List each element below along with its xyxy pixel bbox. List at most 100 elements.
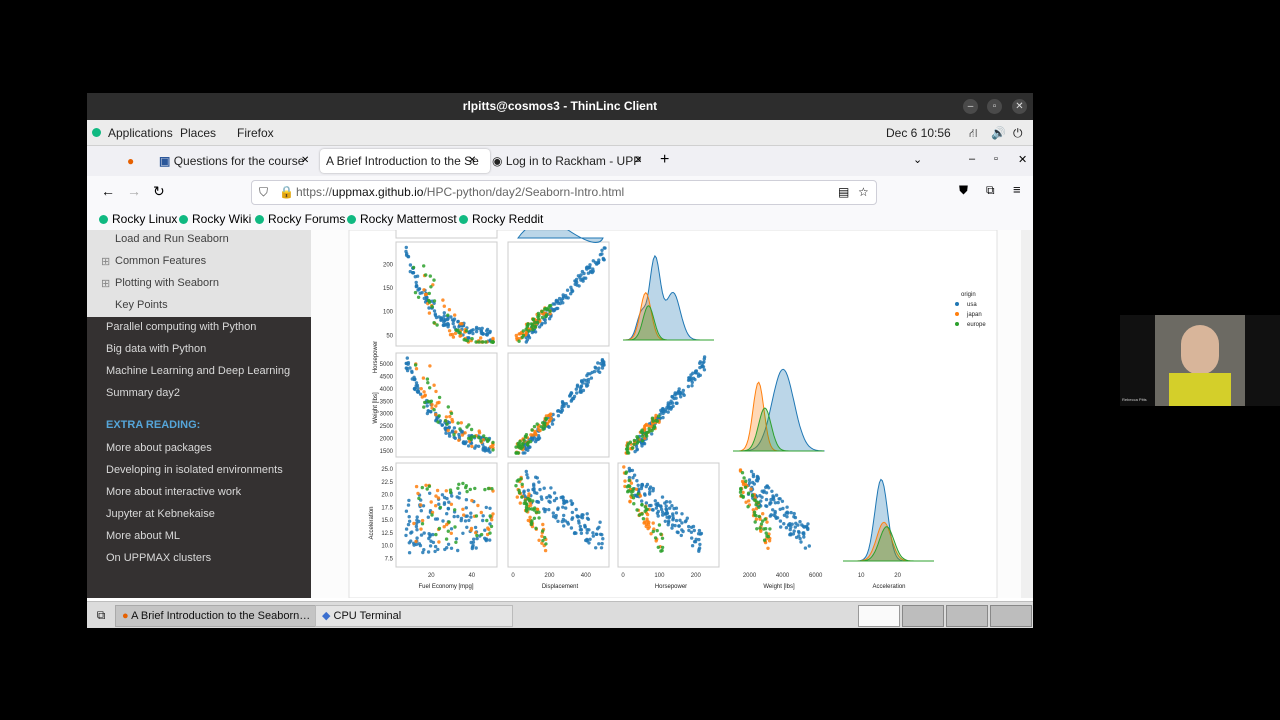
sidebar-item-common-features[interactable]: Common Features — [115, 255, 206, 267]
data-point — [664, 504, 668, 508]
nav-toolbar: ← → ↻ ⛉ 🔒 https://uppmax.github.io/HPC-p… — [87, 176, 1033, 208]
tab-close-icon[interactable]: ✕ — [634, 155, 642, 166]
sidebar-item-interactive[interactable]: More about interactive work — [106, 486, 241, 498]
taskbar-item-terminal[interactable]: ◆ CPU Terminal — [315, 605, 513, 627]
sidebar-item-packages[interactable]: More about packages — [106, 442, 212, 454]
data-point — [600, 533, 604, 537]
workspace-1[interactable] — [858, 605, 900, 627]
data-point — [425, 295, 429, 300]
browser-minimize-icon[interactable]: – — [969, 153, 975, 165]
data-point — [412, 521, 416, 526]
data-point — [480, 340, 485, 344]
data-point — [602, 363, 606, 367]
sidebar-item-summary[interactable]: Summary day2 — [106, 387, 180, 399]
sidebar-item-key-points[interactable]: Key Points — [115, 299, 168, 311]
rocky-icon — [347, 215, 356, 224]
reader-view-icon[interactable]: ▤ — [838, 181, 849, 204]
browser-maximize-icon[interactable]: ▫ — [994, 153, 998, 165]
data-point — [669, 406, 674, 410]
sidebar-item-isolated[interactable]: Developing in isolated environments — [106, 464, 283, 476]
reload-icon[interactable]: ↻ — [153, 183, 165, 200]
data-point — [432, 299, 437, 303]
bookmark-item[interactable]: Rocky Forums — [255, 212, 345, 226]
data-point — [479, 510, 483, 515]
bookmark-item[interactable]: Rocky Mattermost — [347, 212, 457, 226]
tab-questions[interactable]: ▣ Questions for the course — [159, 149, 311, 173]
data-point — [747, 478, 752, 482]
data-point — [483, 528, 487, 532]
power-icon[interactable]: ⏻ — [1013, 126, 1023, 141]
browser-close-icon[interactable]: ✕ — [1018, 153, 1027, 166]
tab-rackham-login[interactable]: ◉ Log in to Rackham - UPPM — [492, 149, 642, 173]
data-point — [676, 530, 680, 535]
data-point — [663, 519, 667, 523]
webcam-name: Rebecca Pitts — [1122, 397, 1147, 402]
places-menu[interactable]: Places — [180, 126, 216, 140]
tab-close-icon[interactable]: ✕ — [301, 155, 309, 166]
data-point — [666, 401, 670, 405]
data-point — [679, 533, 683, 538]
tab-seaborn-intro[interactable]: A Brief Introduction to the Se — [320, 149, 490, 173]
tab-close-icon[interactable]: ✕ — [468, 155, 476, 166]
data-point — [450, 494, 454, 498]
data-point — [469, 540, 473, 545]
bookmark-star-icon[interactable]: ☆ — [858, 181, 869, 204]
show-desktop-icon[interactable]: ⧉ — [93, 605, 109, 625]
workspace-3[interactable] — [946, 605, 988, 627]
sidebar-item-ml[interactable]: Machine Learning and Deep Learning — [106, 365, 290, 377]
sidebar-item-jupyter[interactable]: Jupyter at Kebnekaise — [106, 508, 215, 520]
data-point — [422, 264, 426, 268]
workspace-4[interactable] — [990, 605, 1032, 627]
data-point — [476, 503, 480, 508]
sidebar-item-big-data[interactable]: Big data with Python — [106, 343, 206, 355]
firefox-view-icon[interactable]: ● — [127, 149, 149, 173]
url-bar[interactable]: ⛉ 🔒 https://uppmax.github.io/HPC-python/… — [251, 180, 877, 205]
data-point — [435, 417, 439, 421]
data-point — [406, 255, 411, 259]
extensions-icon[interactable]: ⧉ — [986, 183, 995, 198]
firefox-menu[interactable]: Firefox — [237, 126, 274, 140]
network-icon[interactable]: ⛙ — [969, 126, 977, 142]
bookmark-item[interactable]: Rocky Wiki — [179, 212, 251, 226]
page-scrollbar[interactable] — [1021, 230, 1033, 598]
bookmark-item[interactable]: Rocky Reddit — [459, 212, 543, 226]
data-point — [428, 364, 432, 368]
data-point — [470, 337, 474, 341]
data-point — [481, 448, 485, 452]
back-icon[interactable]: ← — [101, 183, 115, 199]
sidebar-item-more-ml[interactable]: More about ML — [106, 530, 180, 542]
y-tick-label: 3000 — [380, 412, 394, 418]
data-point — [591, 531, 595, 535]
data-point — [661, 407, 665, 411]
clock[interactable]: Dec 6 10:56 — [886, 126, 951, 140]
data-point — [415, 383, 420, 388]
data-point — [556, 519, 560, 523]
menu-icon[interactable]: ≡ — [1013, 182, 1021, 197]
data-point — [435, 323, 439, 327]
sidebar-item-uppmax[interactable]: On UPPMAX clusters — [106, 552, 211, 564]
sidebar-item-plotting[interactable]: Plotting with Seaborn — [115, 277, 219, 289]
data-point — [536, 500, 541, 504]
data-point — [413, 290, 418, 295]
sidebar-item-load-and-run[interactable]: Load and Run Seaborn — [115, 233, 229, 245]
restore-icon[interactable]: ▫ — [987, 99, 1002, 114]
data-point — [544, 542, 548, 546]
list-tabs-icon[interactable]: ⌄ — [913, 153, 922, 166]
data-point — [473, 446, 477, 450]
expand-icon[interactable]: ⊞ — [101, 255, 110, 268]
webcam-thumbnail: Rebecca Pitts — [1120, 315, 1280, 406]
taskbar-item-firefox[interactable]: ● A Brief Introduction to the Seaborn… — [115, 605, 317, 627]
sidebar-item-parallel[interactable]: Parallel computing with Python — [106, 321, 256, 333]
workspace-2[interactable] — [902, 605, 944, 627]
volume-icon[interactable]: 🔊 — [991, 126, 1006, 140]
applications-menu[interactable]: Applications — [108, 126, 173, 140]
data-point — [629, 490, 633, 494]
minimize-icon[interactable]: – — [963, 99, 978, 114]
bookmark-item[interactable]: Rocky Linux — [99, 212, 177, 226]
data-point — [441, 519, 445, 523]
new-tab-icon[interactable]: + — [660, 151, 669, 169]
close-icon[interactable]: ✕ — [1012, 99, 1027, 114]
expand-icon[interactable]: ⊞ — [101, 277, 110, 290]
forward-icon[interactable]: → — [127, 183, 141, 199]
pocket-icon[interactable]: ⛊ — [959, 183, 968, 198]
